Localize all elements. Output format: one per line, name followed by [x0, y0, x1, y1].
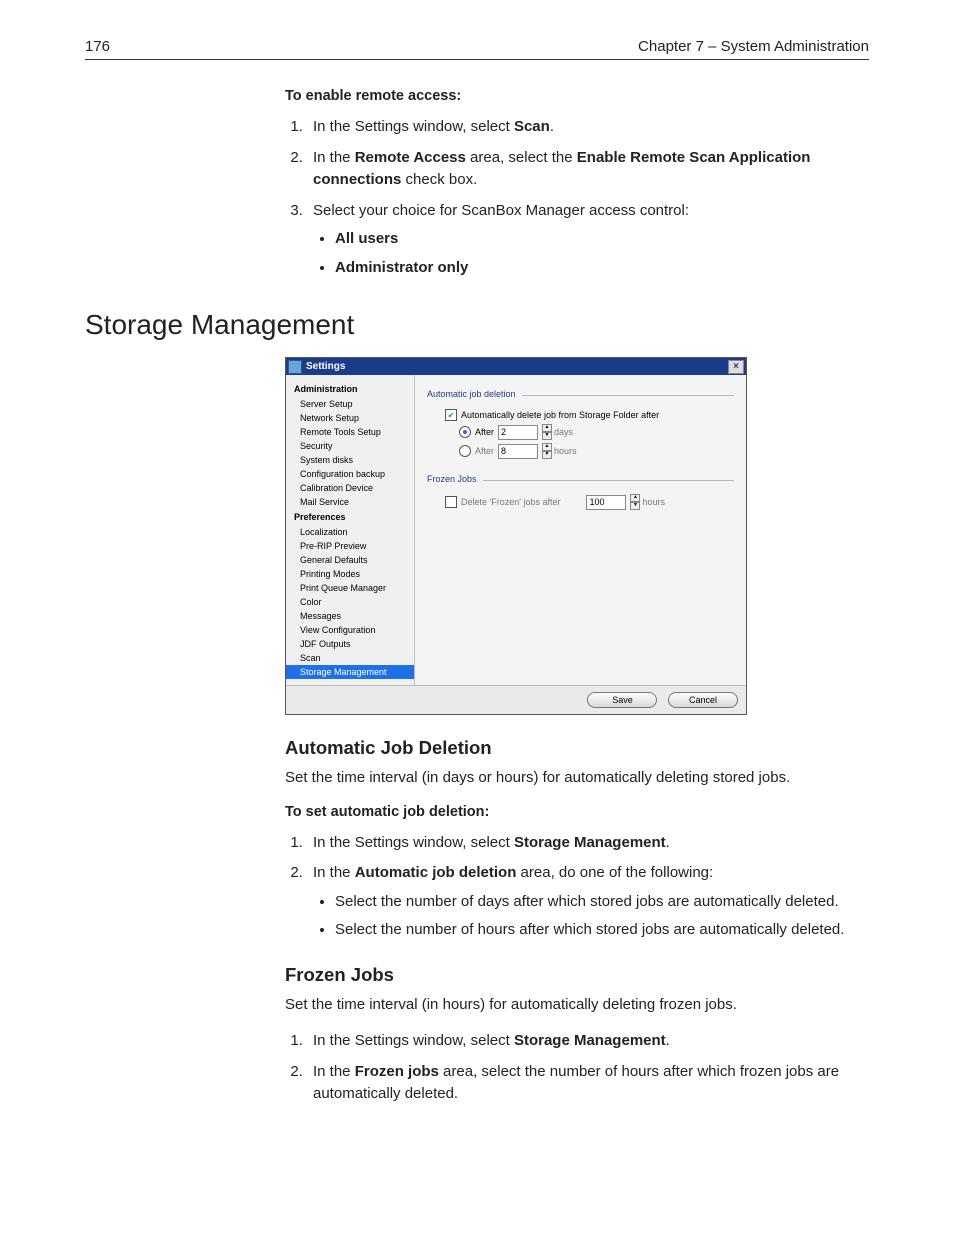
sidebar-item-general-defaults[interactable]: General Defaults	[286, 553, 414, 567]
sidebar-item-security[interactable]: Security	[286, 439, 414, 453]
spinner-days[interactable]: ▲▼	[542, 424, 550, 440]
auto-deletion-desc: Set the time interval (in days or hours)…	[285, 767, 869, 790]
dialog-button-bar: Save Cancel	[286, 685, 746, 714]
auto-step-1: In the Settings window, select Storage M…	[307, 832, 869, 855]
close-icon[interactable]: ×	[728, 360, 744, 374]
sidebar-item-prerip[interactable]: Pre-RIP Preview	[286, 539, 414, 553]
input-hours[interactable]: 8	[498, 444, 538, 459]
radio-hours[interactable]	[459, 445, 471, 457]
spinner-frozen[interactable]: ▲▼	[630, 494, 638, 510]
radio-days[interactable]	[459, 426, 471, 438]
checkbox-auto-delete-label: Automatically delete job from Storage Fo…	[461, 410, 659, 420]
sidebar-item-jdf-outputs[interactable]: JDF Outputs	[286, 637, 414, 651]
frozen-step-2: In the Frozen jobs area, select the numb…	[307, 1061, 869, 1106]
frozen-jobs-steps: In the Settings window, select Storage M…	[285, 1030, 869, 1106]
frozen-step-1: In the Settings window, select Storage M…	[307, 1030, 869, 1053]
checkbox-frozen[interactable]: ✔	[445, 496, 457, 508]
remote-access-steps: In the Settings window, select Scan. In …	[285, 116, 869, 279]
sidebar-item-system-disks[interactable]: System disks	[286, 453, 414, 467]
input-days[interactable]: 2	[498, 425, 538, 440]
settings-sidebar: Administration Server Setup Network Setu…	[286, 375, 415, 685]
chapter-title: Chapter 7 – System Administration	[638, 38, 869, 55]
legend-frozen: Frozen Jobs	[427, 474, 483, 484]
frozen-label: Delete 'Frozen' jobs after	[461, 497, 560, 507]
frozen-jobs-title: Frozen Jobs	[285, 964, 869, 986]
step-3: Select your choice for ScanBox Manager a…	[307, 200, 869, 280]
auto-deletion-title: Automatic Job Deletion	[285, 737, 869, 759]
save-button[interactable]: Save	[587, 692, 657, 708]
checkbox-auto-delete[interactable]: ✔	[445, 409, 457, 421]
sidebar-item-color[interactable]: Color	[286, 595, 414, 609]
frozen-jobs-desc: Set the time interval (in hours) for aut…	[285, 994, 869, 1017]
sidebar-item-config-backup[interactable]: Configuration backup	[286, 467, 414, 481]
app-icon	[288, 360, 302, 374]
sidebar-item-scan[interactable]: Scan	[286, 651, 414, 665]
step-2: In the Remote Access area, select the En…	[307, 147, 869, 192]
sidebar-item-localization[interactable]: Localization	[286, 525, 414, 539]
titlebar: Settings ×	[286, 358, 746, 375]
input-frozen-hours[interactable]: 100	[586, 495, 626, 510]
sidebar-item-storage-management[interactable]: Storage Management	[286, 665, 414, 679]
fieldset-frozen-jobs: Frozen Jobs ✔ Delete 'Frozen' jobs after…	[427, 480, 734, 515]
spinner-hours[interactable]: ▲▼	[542, 443, 550, 459]
sidebar-item-messages[interactable]: Messages	[286, 609, 414, 623]
sidebar-item-calibration[interactable]: Calibration Device	[286, 481, 414, 495]
bullet-admin-only: Administrator only	[335, 259, 468, 276]
bullet-all-users: All users	[335, 230, 398, 247]
auto-deletion-heading: To set automatic job deletion:	[285, 804, 869, 820]
section-title: Storage Management	[85, 309, 869, 341]
sidebar-header-prefs: Preferences	[286, 509, 414, 525]
sidebar-item-remote-tools[interactable]: Remote Tools Setup	[286, 425, 414, 439]
settings-dialog: Settings × Administration Server Setup N…	[285, 357, 747, 715]
remote-access-heading: To enable remote access:	[285, 88, 869, 104]
auto-bullet-hours: Select the number of hours after which s…	[335, 919, 869, 942]
sidebar-item-printing-modes[interactable]: Printing Modes	[286, 567, 414, 581]
dialog-title: Settings	[306, 361, 728, 372]
sidebar-item-network-setup[interactable]: Network Setup	[286, 411, 414, 425]
cancel-button[interactable]: Cancel	[668, 692, 738, 708]
legend-auto: Automatic job deletion	[427, 389, 522, 399]
auto-bullet-days: Select the number of days after which st…	[335, 891, 869, 914]
page-header: 176 Chapter 7 – System Administration	[85, 38, 869, 60]
auto-step-2: In the Automatic job deletion area, do o…	[307, 862, 869, 942]
fieldset-auto-deletion: Automatic job deletion ✔ Automatically d…	[427, 395, 734, 464]
step-1: In the Settings window, select Scan.	[307, 116, 869, 139]
sidebar-header-admin: Administration	[286, 381, 414, 397]
sidebar-item-server-setup[interactable]: Server Setup	[286, 397, 414, 411]
sidebar-item-view-config[interactable]: View Configuration	[286, 623, 414, 637]
sidebar-item-print-queue[interactable]: Print Queue Manager	[286, 581, 414, 595]
settings-panel: Automatic job deletion ✔ Automatically d…	[415, 375, 746, 685]
sidebar-item-mail-service[interactable]: Mail Service	[286, 495, 414, 509]
page-number: 176	[85, 38, 110, 55]
auto-deletion-steps: In the Settings window, select Storage M…	[285, 832, 869, 942]
